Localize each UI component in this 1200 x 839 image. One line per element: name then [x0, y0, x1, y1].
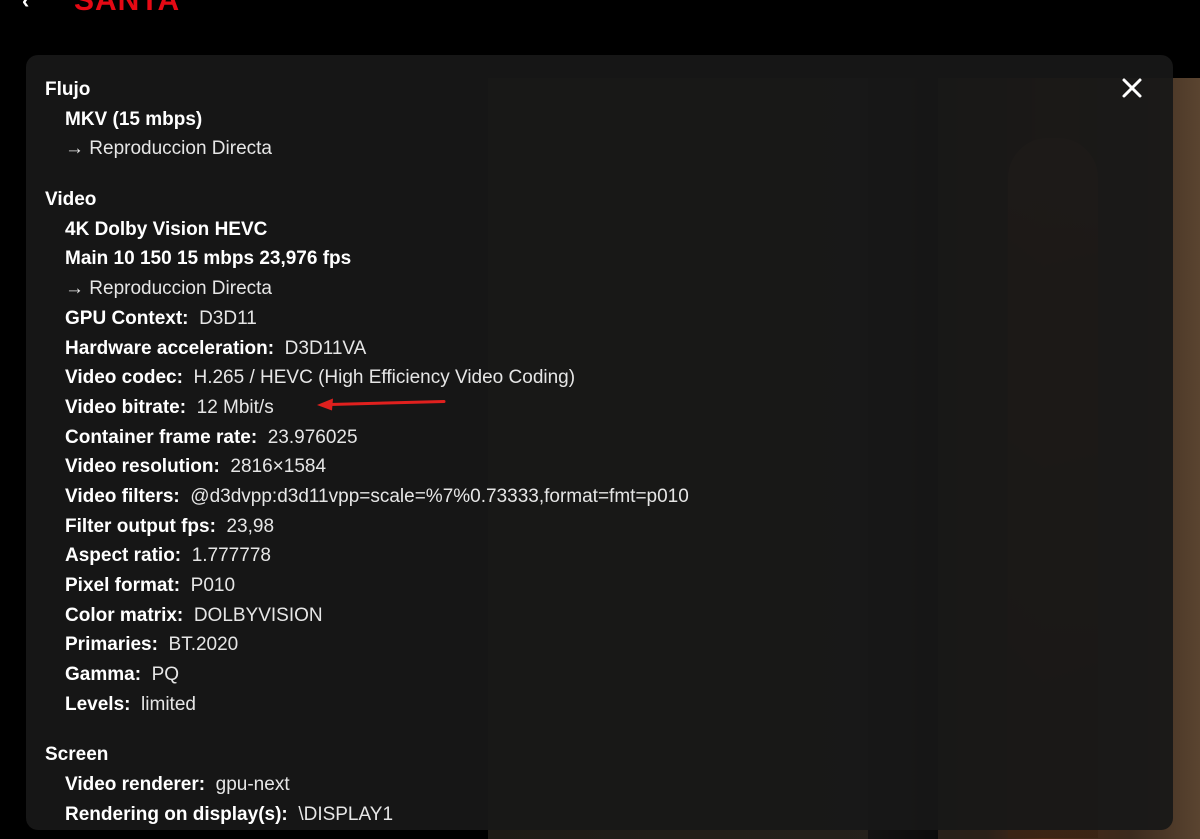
video-info-key: Gamma:	[65, 664, 142, 686]
video-info-value: 23.976025	[267, 426, 358, 448]
video-info-value: DOLBYVISION	[193, 604, 323, 626]
section-title: Flujo	[45, 79, 91, 100]
video-info-key: Levels:	[65, 693, 131, 715]
video-info-row: Primaries: BT.2020	[45, 630, 1045, 660]
video-info-value: D3D11	[199, 307, 257, 329]
video-info-key: Hardware acceleration:	[65, 337, 275, 359]
video-info-key: Video bitrate:	[65, 396, 187, 418]
video-info-key: Filter output fps:	[65, 515, 216, 537]
video-info-key: Pixel format:	[65, 575, 181, 596]
video-info-row: Video resolution: 2816×1584	[45, 452, 1045, 482]
video-info-value: @d3dvpp:d3d11vpp=scale=%7%0.73333,format…	[190, 485, 689, 507]
annotation-arrow-icon	[317, 398, 446, 411]
title-logo: SANTA	[74, 0, 181, 17]
video-info-row: Gamma: PQ	[45, 660, 1045, 690]
section-title: Screen	[45, 744, 109, 766]
screen-info-list: Video renderer: gpu-next Rendering on dis…	[45, 770, 1045, 829]
video-format: 4K Dolby Vision HEVC	[65, 218, 268, 240]
close-button[interactable]	[1119, 75, 1145, 101]
back-icon[interactable]: ‹	[22, 0, 29, 12]
section-screen: Screen Video renderer: gpu-next Rendering…	[45, 740, 1045, 829]
video-info-value: 1.777778	[191, 545, 271, 567]
video-info-row: Container frame rate: 23.976025	[45, 423, 1045, 453]
section-video: Video 4K Dolby Vision HEVC Main 10 150 1…	[45, 185, 1045, 719]
screen-info-row: Video renderer: gpu-next	[45, 770, 1045, 800]
section-flujo: Flujo MKV (15 mbps) → Reproduccion Direc…	[45, 75, 1045, 164]
section-title: Video	[45, 189, 97, 211]
video-info-value: D3D11VA	[284, 337, 367, 359]
stream-playback-method: → Reproduccion Directa	[65, 138, 272, 160]
video-info-key: Primaries:	[65, 634, 158, 656]
video-info-row: Color matrix: DOLBYVISION	[45, 601, 1045, 631]
screen-info-value: \DISPLAY1	[298, 803, 394, 825]
video-info-value: H.265 / HEVC (High Efficiency Video Codi…	[193, 367, 576, 389]
video-info-row: Video filters: @d3dvpp:d3d11vpp=scale=%7…	[45, 482, 1045, 512]
video-info-row: Aspect ratio: 1.777778	[45, 541, 1045, 571]
screen-info-value: gpu-next	[215, 774, 290, 796]
video-info-row: Levels: limited	[45, 690, 1045, 720]
screen-info-key: Rendering on display(s):	[65, 803, 288, 825]
video-info-row: Pixel format: P010	[45, 571, 1045, 601]
video-info-key: Video filters:	[65, 485, 180, 507]
video-info-value: PQ	[151, 664, 180, 686]
info-content: Flujo MKV (15 mbps) → Reproduccion Direc…	[45, 75, 1045, 830]
video-info-row: Filter output fps: 23,98	[45, 512, 1045, 542]
video-info-row: GPU Context: D3D11	[45, 304, 1045, 334]
video-info-key: Video codec:	[65, 367, 183, 389]
player-screen: ‹ SANTA Flujo MKV (15 mbps) → Reproducci…	[0, 0, 1200, 839]
video-info-key: Color matrix:	[65, 604, 184, 626]
video-info-value: 23,98	[226, 515, 275, 537]
video-profile: Main 10 150 15 mbps 23,976 fps	[65, 248, 352, 270]
close-icon	[1122, 78, 1142, 98]
video-info-key: Container frame rate:	[65, 426, 258, 448]
video-info-key: Video resolution:	[65, 456, 220, 478]
screen-info-key: Video renderer:	[65, 774, 206, 796]
video-info-value: P010	[190, 575, 236, 596]
video-info-list: GPU Context: D3D11 Hardware acceleration:…	[45, 304, 1045, 720]
video-info-value: limited	[141, 693, 196, 715]
video-info-value: BT.2020	[168, 634, 239, 656]
video-info-row: Video codec: H.265 / HEVC (High Efficien…	[45, 363, 1045, 393]
video-info-row: Hardware acceleration: D3D11VA	[45, 334, 1045, 364]
top-bar: ‹ SANTA	[0, 0, 1200, 20]
video-info-key: GPU Context:	[65, 307, 189, 329]
video-info-value: 2816×1584	[230, 456, 327, 478]
video-info-key: Aspect ratio:	[65, 545, 182, 567]
video-info-row: Video bitrate: 12 Mbit/s	[45, 393, 1045, 423]
screen-info-row: Rendering on display(s): \DISPLAY1	[45, 800, 1045, 830]
video-playback-method: → Reproduccion Directa	[65, 278, 272, 300]
playback-info-panel: Flujo MKV (15 mbps) → Reproduccion Direc…	[26, 55, 1173, 830]
stream-container: MKV (15 mbps)	[65, 108, 203, 130]
video-info-value: 12 Mbit/s	[196, 396, 274, 418]
